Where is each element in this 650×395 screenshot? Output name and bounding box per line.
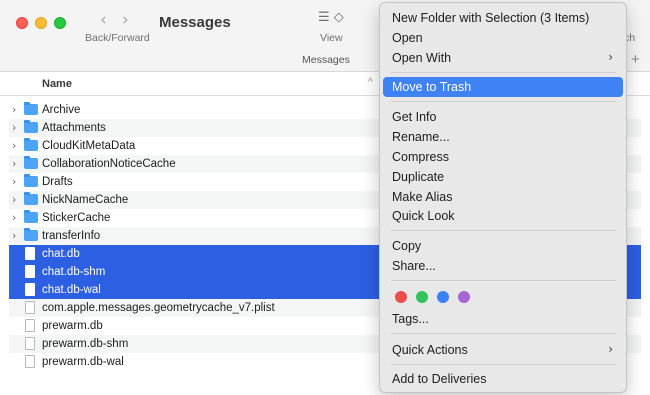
menu-item-tags[interactable]: Tags... <box>383 309 623 329</box>
new-tab-plus-icon[interactable]: + <box>631 51 640 68</box>
folder-icon <box>24 228 38 241</box>
menu-item-add-to-deliveries[interactable]: Add to Deliveries <box>383 369 623 389</box>
folder-icon <box>24 192 38 205</box>
minimize-window-button[interactable] <box>35 17 47 29</box>
file-name: CollaborationNoticeCache <box>42 158 176 170</box>
close-window-button[interactable] <box>16 17 28 29</box>
name-column-header[interactable]: Name <box>42 78 72 90</box>
document-icon <box>25 355 35 368</box>
folder-icon <box>24 210 38 223</box>
document-icon <box>25 319 35 332</box>
menu-item-make-alias[interactable]: Make Alias <box>383 187 623 207</box>
window-title: Messages <box>159 14 231 31</box>
document-icon <box>25 337 35 350</box>
file-name: prewarm.db-wal <box>42 356 124 368</box>
list-view-icon[interactable]: ☰ ◇ <box>318 10 344 25</box>
disclosure-triangle-icon[interactable]: › <box>12 157 16 170</box>
disclosure-triangle-icon[interactable]: › <box>12 211 16 224</box>
menu-separator <box>391 364 616 365</box>
menu-separator <box>391 101 616 102</box>
file-name: NickNameCache <box>42 194 129 206</box>
menu-item-share[interactable]: Share... <box>383 256 623 276</box>
folder-icon <box>24 156 38 169</box>
menu-separator <box>391 72 616 73</box>
menu-item-get-info[interactable]: Get Info <box>383 107 623 127</box>
disclosure-triangle-icon[interactable]: › <box>12 175 16 188</box>
back-icon[interactable]: ‹ <box>100 10 107 30</box>
disclosure-triangle-icon[interactable]: › <box>12 229 16 242</box>
tag-color-dot[interactable] <box>437 291 449 303</box>
tab-messages[interactable]: Messages <box>302 54 350 66</box>
file-name: Drafts <box>42 176 73 188</box>
disclosure-triangle-icon[interactable]: › <box>12 193 16 206</box>
tag-color-dot[interactable] <box>416 291 428 303</box>
file-name: prewarm.db-shm <box>42 338 129 350</box>
menu-item-quick-look[interactable]: Quick Look <box>383 206 623 226</box>
folder-icon <box>24 174 38 187</box>
menu-item-open[interactable]: Open <box>383 28 623 48</box>
folder-icon <box>24 138 38 151</box>
folder-icon <box>24 120 38 133</box>
tag-color-dot[interactable] <box>458 291 470 303</box>
menu-item-quick-actions[interactable]: Quick Actions › <box>383 340 623 360</box>
file-name: transferInfo <box>42 230 101 242</box>
tag-color-dot[interactable] <box>395 291 407 303</box>
back-forward-label: Back/Forward <box>85 32 150 44</box>
zoom-window-button[interactable] <box>54 17 66 29</box>
menu-separator <box>391 333 616 334</box>
document-icon <box>25 301 35 314</box>
menu-item-move-to-trash[interactable]: Move to Trash <box>383 77 623 97</box>
sort-chevron-icon: ^ <box>368 77 373 88</box>
chevron-right-icon: › <box>608 342 613 356</box>
menu-item-compress[interactable]: Compress <box>383 147 623 167</box>
file-name: prewarm.db <box>42 320 103 332</box>
menu-item-open-with[interactable]: Open With › <box>383 48 623 68</box>
file-name: Attachments <box>42 122 106 134</box>
file-name: StickerCache <box>42 212 111 224</box>
file-name: Archive <box>42 104 81 116</box>
menu-item-duplicate[interactable]: Duplicate <box>383 167 623 187</box>
view-label: View <box>320 32 343 44</box>
menu-item-rename[interactable]: Rename... <box>383 127 623 147</box>
disclosure-triangle-icon[interactable]: › <box>12 103 16 116</box>
chevron-right-icon: › <box>608 50 613 64</box>
file-name: com.apple.messages.geometrycache_v7.plis… <box>42 302 275 314</box>
disclosure-triangle-icon[interactable]: › <box>12 139 16 152</box>
disclosure-triangle-icon[interactable]: › <box>12 121 16 134</box>
menu-separator <box>391 230 616 231</box>
menu-item-new-folder-with-selection[interactable]: New Folder with Selection (3 Items) <box>383 8 623 28</box>
file-name: CloudKitMetaData <box>42 140 136 152</box>
menu-item-copy[interactable]: Copy <box>383 236 623 256</box>
menu-separator <box>391 280 616 281</box>
context-menu: New Folder with Selection (3 Items) Open… <box>379 2 627 393</box>
folder-icon <box>24 102 38 115</box>
forward-icon[interactable]: › <box>122 10 129 30</box>
